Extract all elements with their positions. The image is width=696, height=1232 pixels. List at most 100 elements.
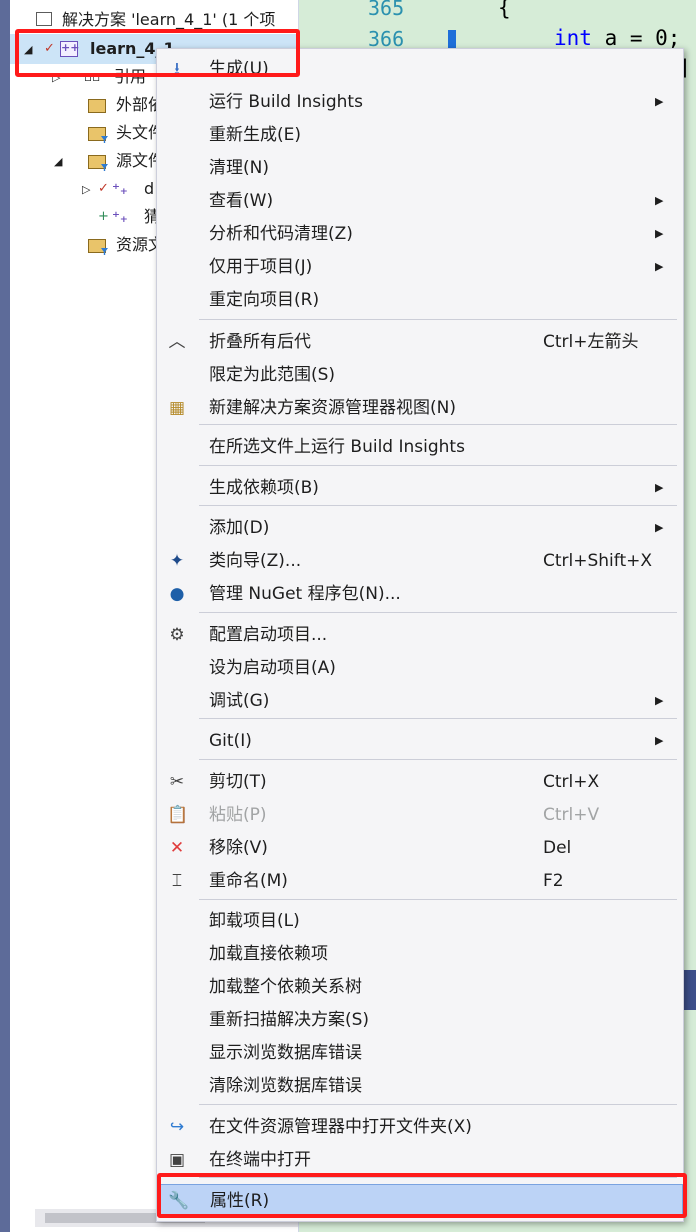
menu-item-label: 在终端中打开 [209, 1150, 311, 1170]
menu-item[interactable]: 生成依赖项(B) ▶ [157, 472, 683, 504]
menu-item-label: 在文件资源管理器中打开文件夹(X) [209, 1117, 472, 1137]
menu-item-label: 管理 NuGet 程序包(N)... [209, 584, 401, 604]
menu-item[interactable]: ▦ 新建解决方案资源管理器视图(N) [157, 392, 683, 424]
menu-item[interactable]: 加载直接依赖项 [157, 938, 683, 970]
menu-item-shortcut: Ctrl+Shift+X [543, 551, 653, 571]
menu-item-label: 重命名(M) [209, 871, 288, 891]
menu-separator [199, 319, 677, 320]
submenu-arrow-icon: ▶ [655, 260, 664, 273]
menu-item[interactable]: ✕ 移除(V) Del [157, 832, 683, 864]
menu-item[interactable]: 卸载项目(L) [157, 905, 683, 937]
menu-item-label: 分析和代码清理(Z) [209, 224, 353, 244]
menu-item-label: 卸载项目(L) [209, 911, 300, 931]
collapse-icon: ︿ [168, 332, 186, 352]
menu-item[interactable]: ⚙ 配置启动项目... [157, 619, 683, 651]
menu-item[interactable]: Git(I) ▶ [157, 725, 683, 757]
code-keyword: int [554, 26, 592, 50]
cpp-file-icon: ⁺₊ [112, 208, 128, 226]
menu-item-label: 剪切(T) [209, 772, 267, 792]
menu-separator [199, 424, 677, 425]
menu-item[interactable]: ✂ 剪切(T) Ctrl+X [157, 766, 683, 798]
filter-folder-icon [88, 127, 106, 141]
added-icon: + [98, 209, 109, 224]
menu-separator [199, 465, 677, 466]
collapsed-arrow-icon: ▷ [82, 183, 91, 196]
menu-item[interactable]: 重新生成(E) [157, 119, 683, 151]
menu-item-label: 清理(N) [209, 158, 269, 178]
menu-item-label: 设为启动项目(A) [209, 658, 336, 678]
code-text: a = 0; [591, 26, 681, 50]
menu-item-shortcut: Ctrl+左箭头 [543, 332, 639, 352]
menu-item[interactable]: 限定为此范围(S) [157, 359, 683, 391]
menu-item[interactable]: 清理(N) [157, 152, 683, 184]
menu-item-label: Git(I) [209, 731, 252, 751]
submenu-arrow-icon: ▶ [655, 227, 664, 240]
paste-icon: 📋 [167, 805, 189, 825]
menu-item-label: 查看(W) [209, 191, 274, 211]
expanded-arrow-icon: ◢ [54, 155, 63, 168]
menu-item-label: 重新扫描解决方案(S) [209, 1010, 370, 1030]
code-line: { [498, 0, 511, 20]
menu-item[interactable]: 查看(W) ▶ [157, 185, 683, 217]
menu-item[interactable]: 在所选文件上运行 Build Insights [157, 431, 683, 463]
cpp-file-icon: ⁺₊ [112, 180, 128, 198]
menu-item[interactable]: 清除浏览数据库错误 [157, 1070, 683, 1102]
menu-item[interactable]: ↪ 在文件资源管理器中打开文件夹(X) [157, 1111, 683, 1143]
menu-item[interactable]: 设为启动项目(A) [157, 652, 683, 684]
menu-item[interactable]: 重定向项目(R) [157, 284, 683, 316]
menu-item[interactable]: ● 管理 NuGet 程序包(N)... [157, 578, 683, 610]
menu-item-label: 新建解决方案资源管理器视图(N) [209, 398, 456, 418]
code-line: int a = 0; [554, 26, 680, 50]
menu-item-label: 限定为此范围(S) [209, 365, 336, 385]
menu-item[interactable]: ✦ 类向导(Z)... Ctrl+Shift+X [157, 545, 683, 577]
menu-item[interactable]: 分析和代码清理(Z) ▶ [157, 218, 683, 250]
menu-item-label: 运行 Build Insights [209, 92, 363, 112]
submenu-arrow-icon: ▶ [655, 481, 664, 494]
menu-item-label: 重定向项目(R) [209, 290, 320, 310]
menu-separator [199, 505, 677, 506]
tree-item-label: d [144, 179, 155, 198]
nuget-icon: ● [169, 584, 185, 604]
menu-item-label: 加载直接依赖项 [209, 944, 328, 964]
menu-separator [199, 759, 677, 760]
menu-item[interactable]: ▣ 在终端中打开 [157, 1144, 683, 1176]
menu-item[interactable]: 显示浏览数据库错误 [157, 1037, 683, 1069]
menu-item-label: 加载整个依赖关系树 [209, 977, 362, 997]
menu-item-label: 移除(V) [209, 838, 268, 858]
menu-item[interactable]: 重新扫描解决方案(S) [157, 1004, 683, 1036]
menu-item-label: 清除浏览数据库错误 [209, 1076, 362, 1096]
menu-item[interactable]: 调试(G) ▶ [157, 685, 683, 717]
menu-item-label: 在所选文件上运行 Build Insights [209, 437, 465, 457]
context-menu: ⭳ 生成(U) 运行 Build Insights ▶ 重新生成(E) 清理(N) 查看(W… [156, 48, 684, 1222]
menu-item[interactable]: 仅用于项目(J) ▶ [157, 251, 683, 283]
menu-item-label: 重新生成(E) [209, 125, 302, 145]
submenu-arrow-icon: ▶ [655, 694, 664, 707]
submenu-arrow-icon: ▶ [655, 95, 664, 108]
menu-item-label: 生成依赖项(B) [209, 478, 319, 498]
menu-item-shortcut: Del [543, 838, 572, 858]
remove-icon: ✕ [169, 838, 185, 858]
menu-item-label: 调试(G) [209, 691, 270, 711]
menu-item[interactable]: 添加(D) ▶ [157, 512, 683, 544]
class-wizard-icon: ✦ [169, 551, 185, 571]
solution-icon [36, 12, 52, 26]
menu-item-label: 粘贴(P) [209, 805, 267, 825]
menu-item[interactable]: 加载整个依赖关系树 [157, 971, 683, 1003]
filter-folder-icon [88, 155, 106, 169]
menu-item[interactable]: ⌶ 重命名(M) F2 [157, 865, 683, 897]
menu-item-label: 显示浏览数据库错误 [209, 1043, 362, 1063]
submenu-arrow-icon: ▶ [655, 194, 664, 207]
filter-folder-icon [88, 239, 106, 253]
menu-item-shortcut: F2 [543, 871, 564, 891]
change-marker [448, 30, 456, 50]
menu-item[interactable]: ︿ 折叠所有后代 Ctrl+左箭头 [157, 326, 683, 358]
editor-scroll-marker [683, 970, 696, 1010]
menu-item-shortcut: Ctrl+V [543, 805, 600, 825]
annotation-box-project [15, 29, 300, 77]
scissors-icon: ✂ [169, 772, 185, 792]
menu-item[interactable]: 运行 Build Insights ▶ [157, 86, 683, 118]
line-number: 365 [368, 0, 405, 20]
menu-item-label: 配置启动项目... [209, 625, 328, 645]
menu-item-label: 类向导(Z)... [209, 551, 302, 571]
open-folder-icon: ↪ [169, 1117, 185, 1137]
